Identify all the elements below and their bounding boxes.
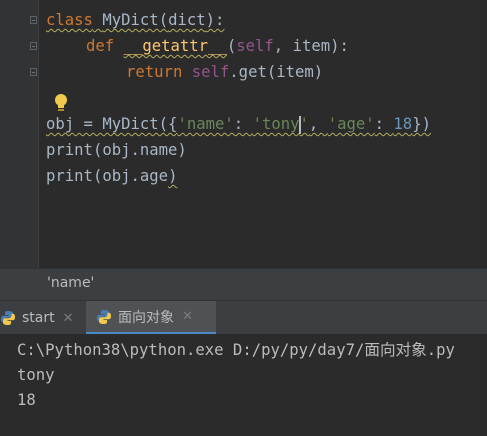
close-icon[interactable]: ✕ — [182, 309, 193, 324]
code-line-3: return self.get(item) — [126, 63, 324, 81]
editor-gutter — [0, 0, 38, 268]
tab-start-label: start — [22, 310, 55, 326]
python-icon — [97, 309, 111, 324]
code-line-7: print(obj.age) — [46, 167, 178, 185]
code-line-5: obj = MyDict({'name': 'tony', 'age': 18}… — [46, 115, 431, 134]
code-line-2: def __getattr__(self, item): — [86, 37, 349, 55]
python-icon — [1, 311, 15, 325]
run-console[interactable]: C:\Python38\python.exe D:/py/py/day7/面向对… — [0, 334, 487, 436]
tab-object-label: 面向对象 — [118, 309, 174, 326]
console-line: 18 — [17, 391, 36, 409]
fold-icon[interactable] — [30, 42, 37, 50]
console-line: C:\Python38\python.exe D:/py/py/day7/面向对… — [17, 341, 455, 359]
code-editor[interactable]: class MyDict(dict): def __getattr__(self… — [0, 0, 487, 268]
gutter-divider — [38, 0, 39, 268]
tab-object-oriented[interactable]: 面向对象 ✕ — [86, 301, 216, 335]
close-icon[interactable]: ✕ — [63, 311, 74, 326]
code-line-6: print(obj.name) — [46, 141, 187, 159]
quick-doc-text: 'name' — [47, 275, 95, 291]
console-line: tony — [17, 366, 55, 384]
code-line-1: class MyDict(dict): — [46, 11, 225, 29]
tab-start[interactable]: start ✕ — [0, 301, 80, 335]
fold-icon[interactable] — [30, 68, 37, 76]
run-tabs: start ✕ 面向对象 ✕ — [0, 300, 487, 335]
lightbulb-icon[interactable] — [53, 93, 69, 113]
quick-doc-bar: 'name' — [0, 268, 487, 300]
fold-icon[interactable] — [30, 16, 37, 24]
